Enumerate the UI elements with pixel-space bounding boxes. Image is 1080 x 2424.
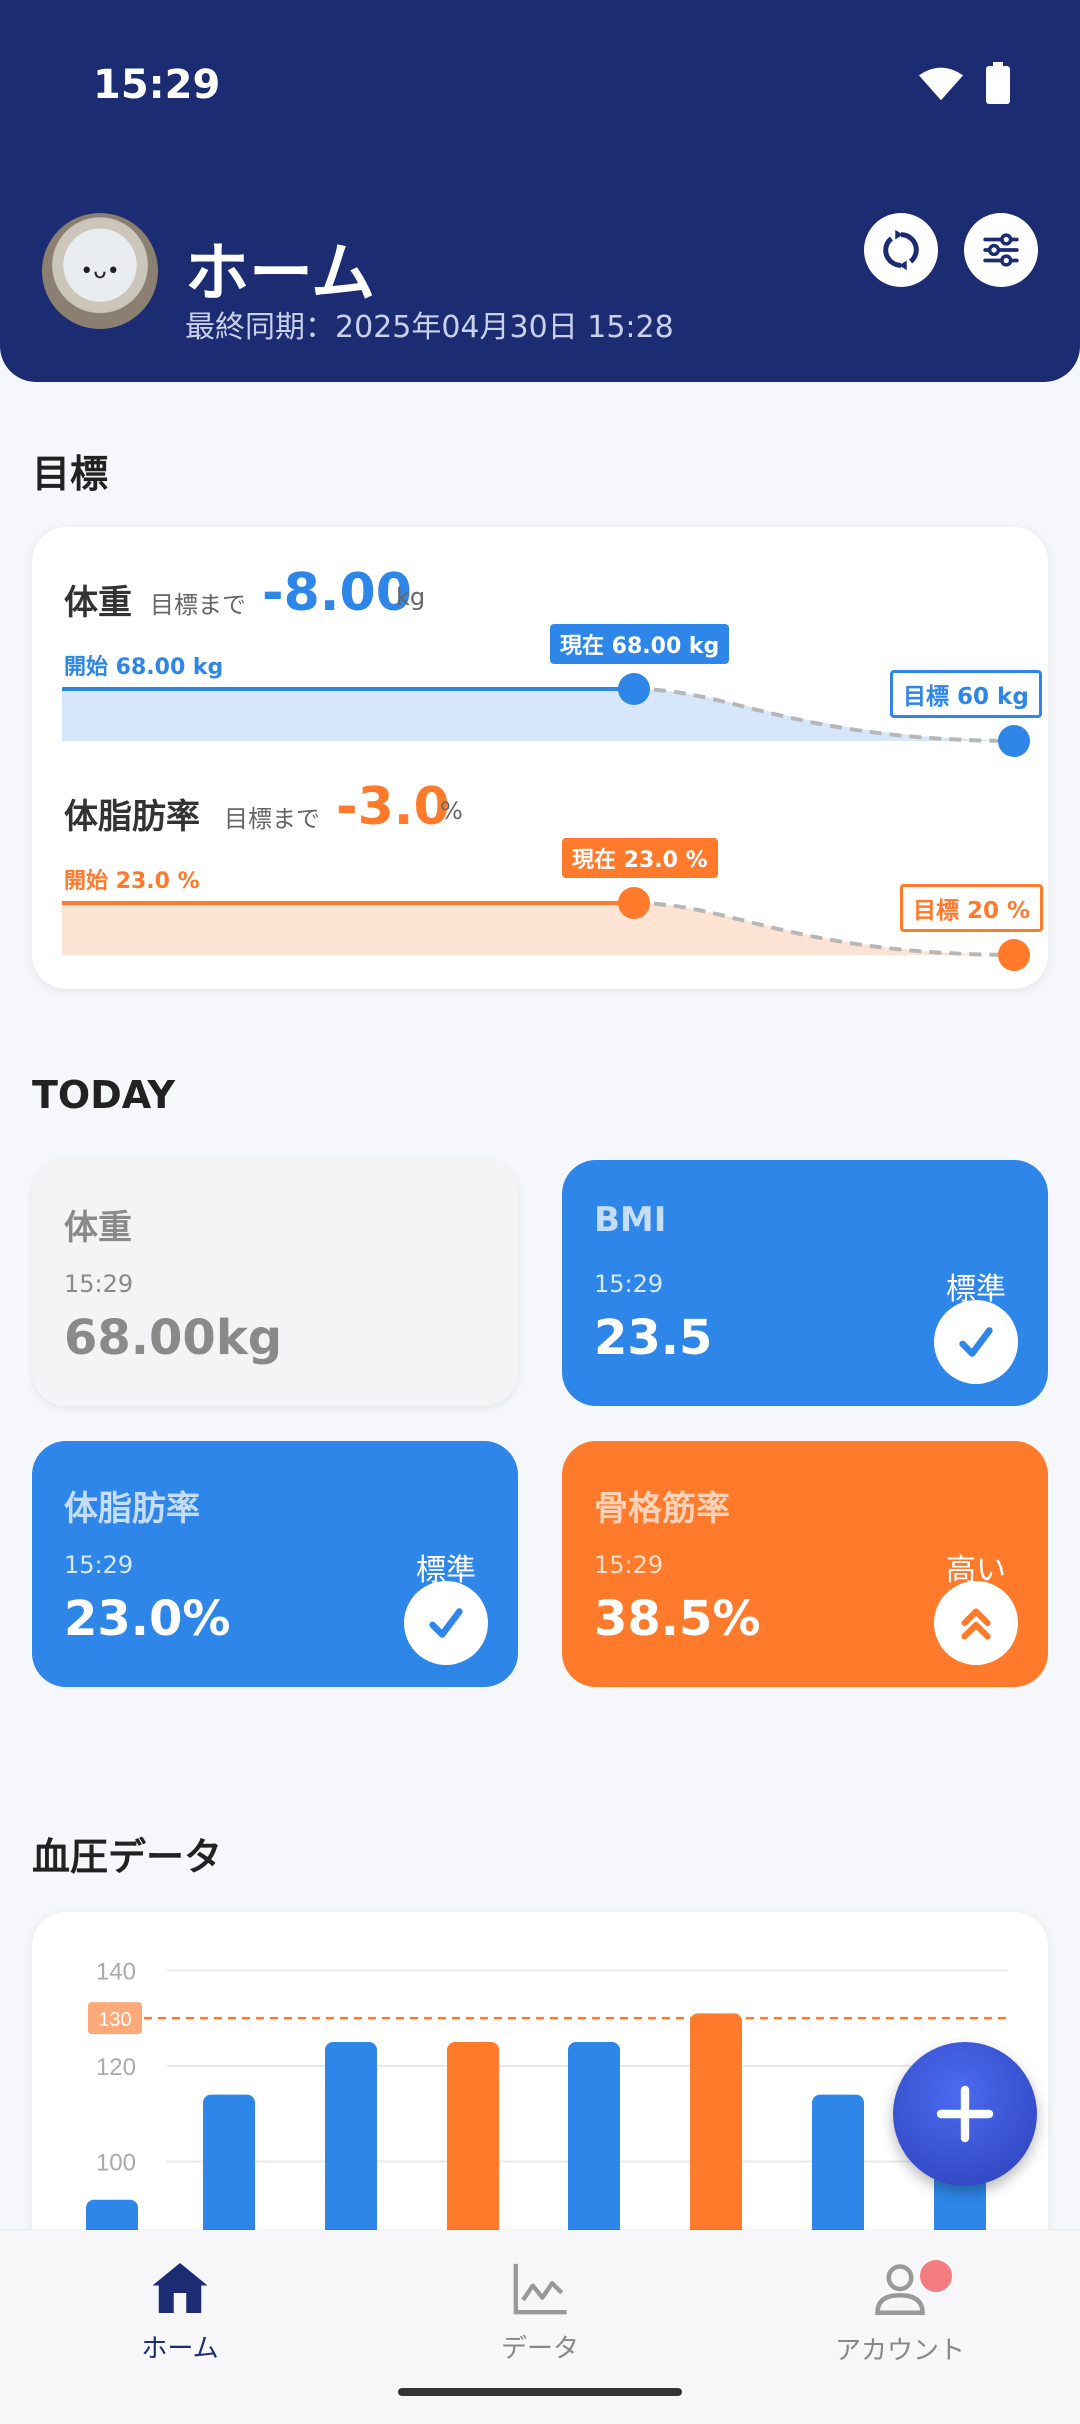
battery-icon: [986, 62, 1010, 104]
last-sync-text: 最終同期：2025年04月30日 15:28: [185, 310, 674, 345]
avatar-face: •ᴗ•: [80, 258, 120, 284]
check-icon: [934, 1300, 1018, 1384]
avatar[interactable]: •ᴗ•: [42, 213, 158, 329]
weight-tile[interactable]: 体重 15:29 68.00kg: [32, 1160, 518, 1406]
nav-home-label: ホーム: [141, 2334, 219, 2364]
goals-section-title: 目標: [32, 452, 109, 496]
bodyfat-tile[interactable]: 体脂肪率 15:29 23.0% 標準: [32, 1441, 518, 1687]
y-tick-label: 140: [96, 1958, 136, 1985]
sync-icon: [883, 229, 919, 271]
wifi-icon: [918, 67, 964, 101]
notification-badge: [920, 2260, 952, 2292]
bmi-tile-value: 23.5: [594, 1310, 713, 1366]
chart-icon: [513, 2263, 567, 2315]
double-chevron-up-icon: [934, 1581, 1018, 1665]
nav-account-label: アカウント: [834, 2336, 965, 2366]
bmi-tile-time: 15:29: [594, 1270, 664, 1298]
bodyfat-progress-graph: [62, 887, 1030, 971]
bodyfat-tile-value: 23.0%: [64, 1591, 231, 1647]
status-time: 15:29: [93, 62, 221, 108]
bodyfat-tile-title: 体脂肪率: [64, 1489, 200, 1529]
home-icon: [152, 2263, 208, 2313]
y-tick-label: 100: [96, 2150, 136, 2177]
weight-tile-value: 68.00kg: [64, 1310, 283, 1366]
check-icon: [404, 1581, 488, 1665]
add-record-button[interactable]: [893, 2042, 1037, 2186]
settings-button[interactable]: [964, 213, 1038, 287]
skeletal-muscle-tile-title: 骨格筋率: [594, 1489, 730, 1529]
bodyfat-tile-time: 15:29: [64, 1551, 134, 1579]
nav-account[interactable]: アカウント: [800, 2260, 1000, 2367]
bmi-tile[interactable]: BMI 15:29 23.5 標準: [562, 1160, 1048, 1406]
nav-home[interactable]: ホーム: [80, 2260, 280, 2365]
goals-card[interactable]: 体重 目標まで -8.00 kg 開始 68.00 kg 現在 68.00 kg…: [32, 527, 1048, 989]
y-tick-label: 120: [96, 2054, 136, 2081]
home-indicator: [398, 2388, 682, 2396]
weight-tile-time: 15:29: [64, 1270, 134, 1298]
app-header: 15:29 •ᴗ• ホーム 最終同期：2025年04月30日 15:28: [0, 0, 1080, 382]
skeletal-muscle-tile-value: 38.5%: [594, 1591, 761, 1647]
sliders-icon: [983, 233, 1019, 267]
sync-button[interactable]: [864, 213, 938, 287]
skeletal-muscle-tile-time: 15:29: [594, 1551, 664, 1579]
status-icons: [918, 62, 1010, 104]
skeletal-muscle-tile[interactable]: 骨格筋率 15:29 38.5% 高い: [562, 1441, 1048, 1687]
bodyfat-goal-marker: [998, 939, 1030, 971]
plus-icon: [936, 2085, 994, 2143]
page-title: ホーム: [185, 237, 376, 311]
bmi-tile-title: BMI: [594, 1200, 667, 1240]
threshold-label: 130: [98, 2009, 131, 2031]
nav-data[interactable]: データ: [440, 2260, 640, 2365]
weight-tile-title: 体重: [64, 1208, 132, 1248]
bodyfat-current-marker: [618, 887, 650, 919]
nav-data-label: データ: [500, 2334, 579, 2364]
bp-section-title: 血圧データ: [32, 1835, 223, 1879]
today-section-title: TODAY: [32, 1073, 176, 1117]
